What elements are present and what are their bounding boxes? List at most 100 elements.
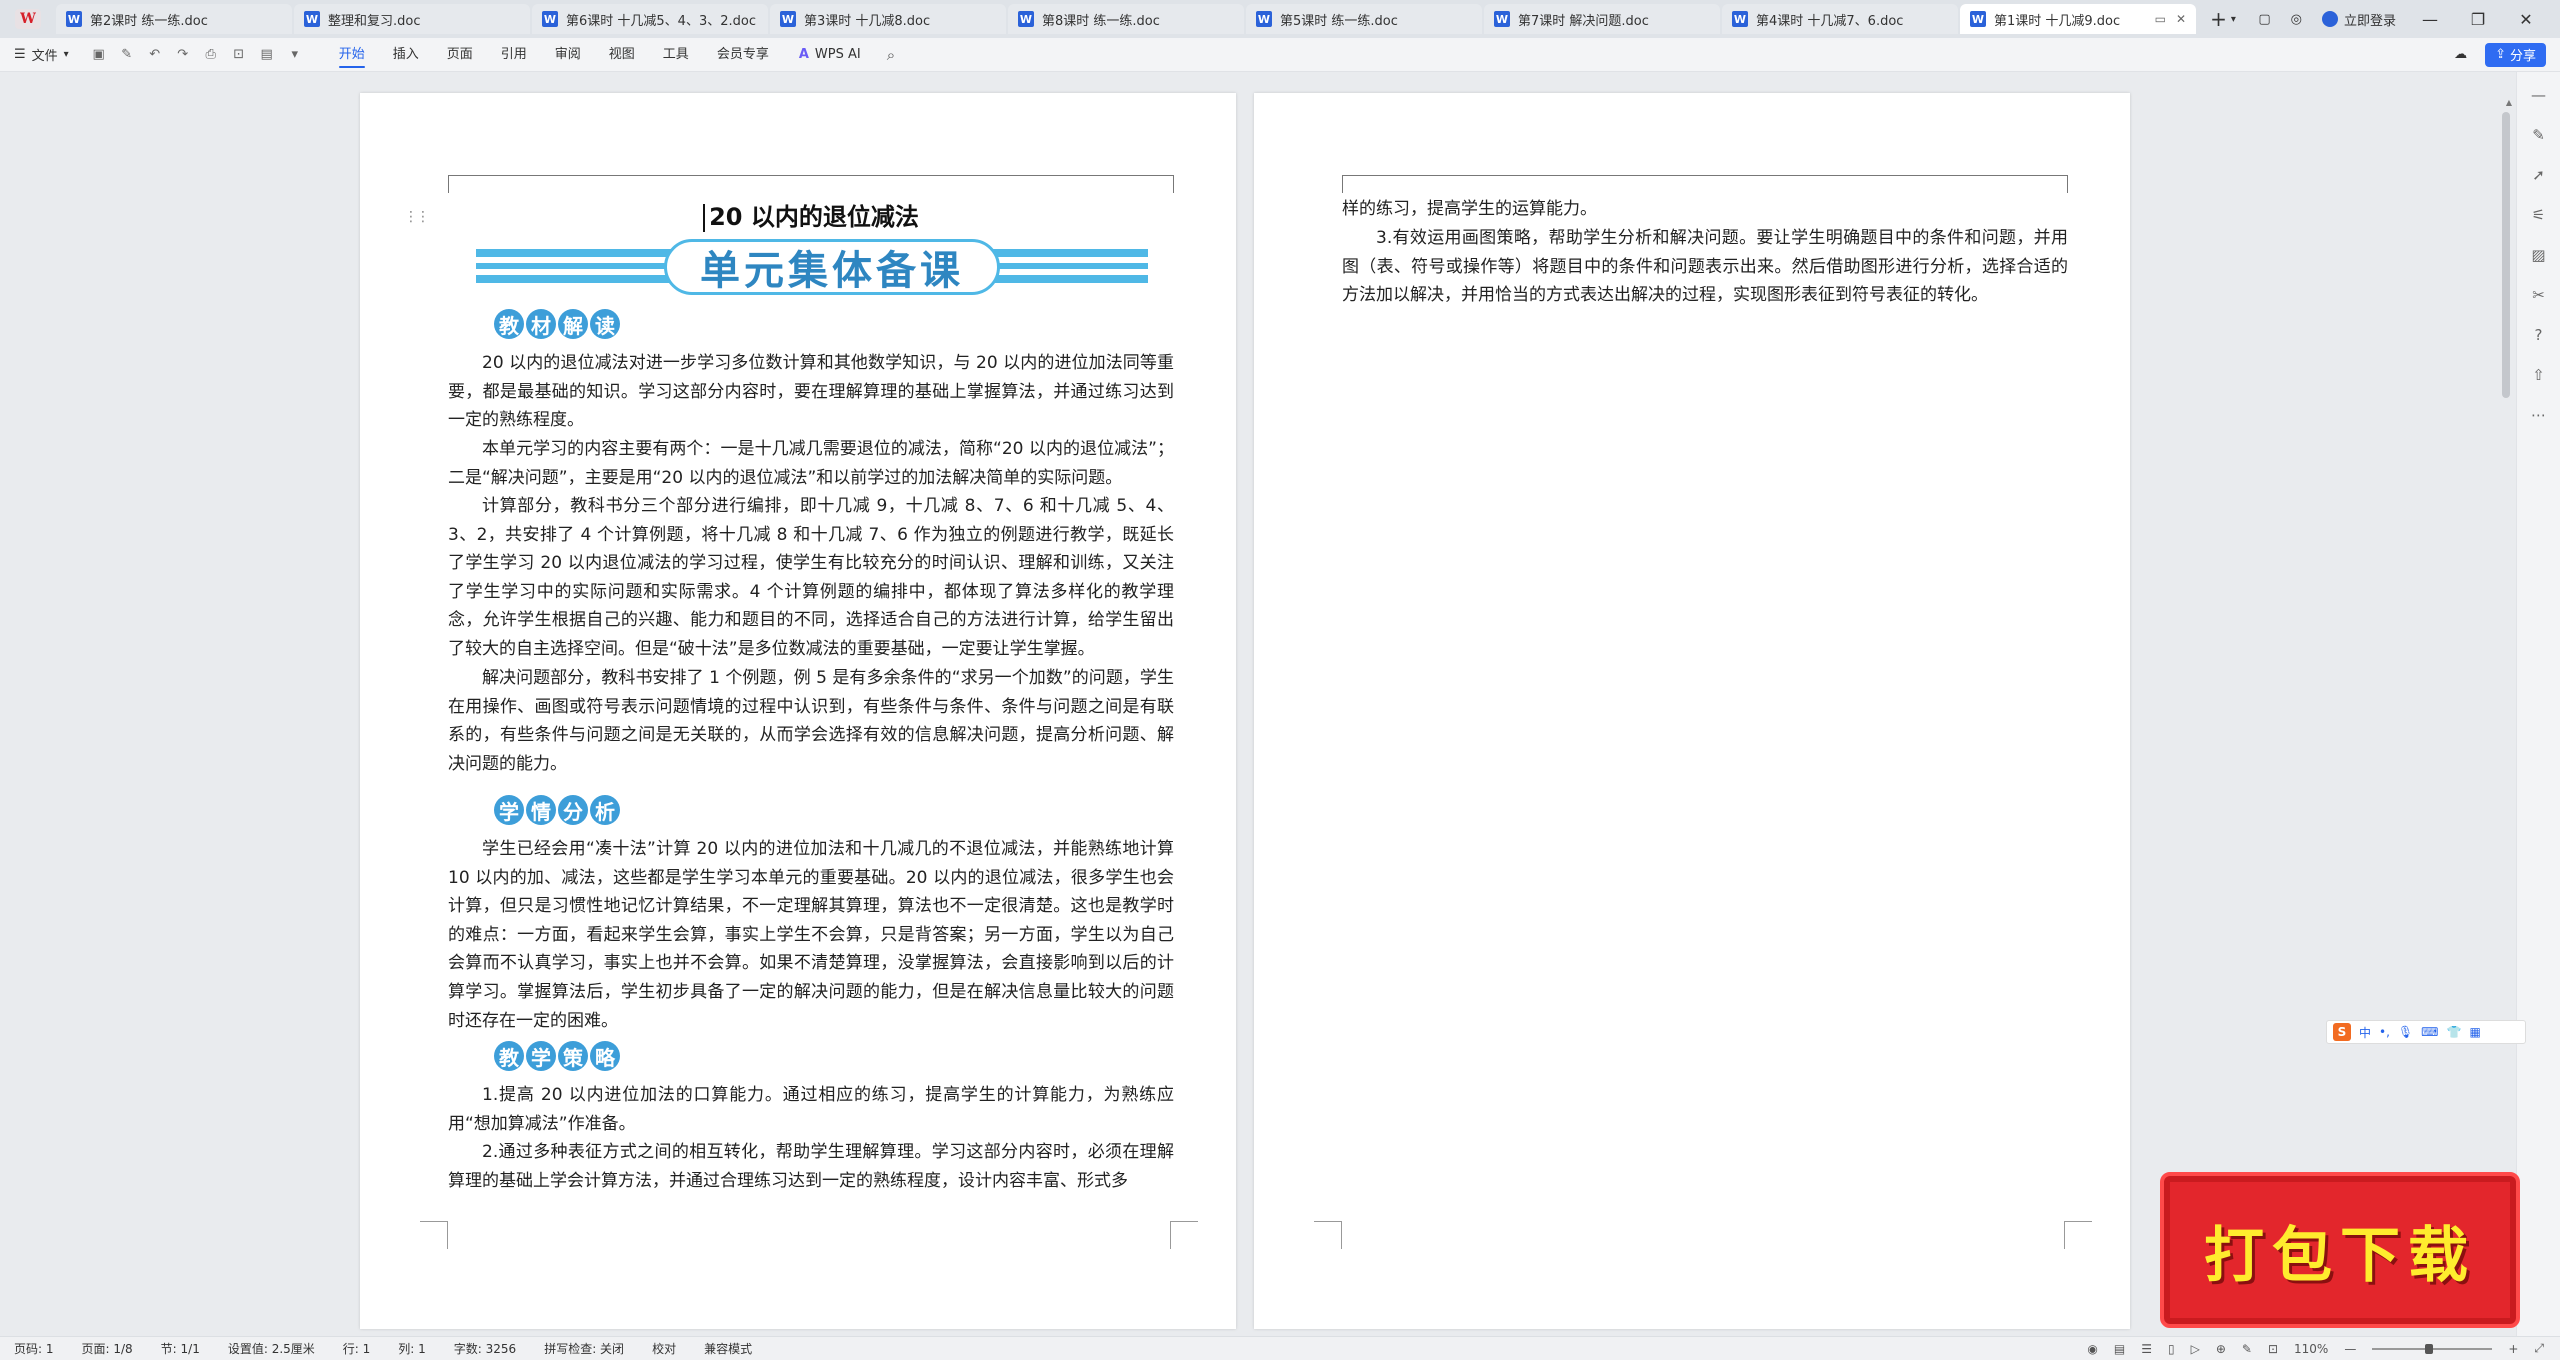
zoom-out-icon[interactable]: — [2344,1342,2356,1356]
undo-icon[interactable]: ↶ [147,47,163,62]
doc-tab[interactable]: W 整理和复习.doc [294,4,530,34]
package-icon[interactable]: ◎ [2291,12,2302,27]
share-button[interactable]: ⇪ 分享 [2485,42,2546,67]
adjust-icon[interactable]: ⚟ [2532,206,2545,224]
login-label: 立即登录 [2343,13,2396,29]
zoom-level[interactable]: 110% [2294,1342,2328,1356]
margin-mark [420,1221,448,1249]
pen-icon[interactable]: ✎ [2242,1342,2252,1356]
zoom-slider-handle[interactable] [2424,1343,2433,1354]
format-painter-icon[interactable]: ✎ [119,47,135,62]
heading-char: 学 [526,1041,556,1071]
login-button[interactable]: 立即登录 [2321,10,2396,29]
status-page[interactable]: 页面: 1/8 [68,1340,147,1357]
doc-tab[interactable]: W 第2课时 练一练.doc [56,4,292,34]
more-dots-icon[interactable]: ⋯ [2531,406,2546,424]
tab-tools[interactable]: 工具 [649,38,703,72]
status-page-code[interactable]: 页码: 1 [0,1340,68,1357]
tab-list-icon[interactable]: ▢ [2258,12,2270,27]
doc-tab[interactable]: W 第4课时 十几减7、6.doc [1722,4,1958,34]
drag-handle-icon[interactable]: ⋮⋮ [404,209,430,225]
export-pdf-icon[interactable]: ▤ [259,47,275,62]
zoom-slider[interactable] [2372,1343,2493,1354]
heading-char: 读 [590,309,620,339]
web-view-icon[interactable]: ⊕ [2216,1342,2226,1356]
status-spell-check[interactable]: 拼写检查: 关闭 [530,1340,638,1357]
microphone-icon[interactable]: 🎙 [2398,1025,2413,1039]
right-sidebar: — ✎ ➚ ⚟ ▨ ✂ ? ⇧ ⋯ [2516,72,2560,1336]
print-preview-icon[interactable]: ⊡ [231,47,247,62]
word-doc-icon: W [1970,11,1986,27]
wps-logo[interactable]: W [0,0,56,38]
image-icon[interactable]: ▨ [2531,246,2545,264]
eye-protection-icon[interactable]: ◉ [2087,1342,2097,1356]
word-doc-icon: W [66,11,82,27]
help-icon[interactable]: ? [2535,326,2543,344]
file-menu-label: 文件 [31,49,58,64]
wps-ai-button[interactable]: A WPS AI [799,47,861,62]
collapse-icon[interactable]: — [2531,86,2546,104]
vertical-scrollbar[interactable] [2502,112,2510,398]
share-sidebar-icon[interactable]: ⇧ [2532,366,2545,384]
plus-icon: + [2210,7,2227,31]
doc-tab[interactable]: W 第5课时 练一练.doc [1246,4,1482,34]
doc-tab[interactable]: W 第8课时 练一练.doc [1008,4,1244,34]
fit-page-icon[interactable]: ⊡ [2268,1342,2278,1356]
tab-view[interactable]: 视图 [595,38,649,72]
more-icon[interactable]: ▾ [287,47,303,62]
tab-page[interactable]: 页面 [433,38,487,72]
doc-tab-active[interactable]: W 第1课时 十几减9.doc ▭ ✕ [1960,4,2196,34]
tools-icon[interactable]: ✂ [2532,286,2545,304]
ime-toolbar[interactable]: S 中 •, 🎙 ⌨ 👕 ▦ [2326,1020,2526,1044]
file-menu[interactable]: ☰ 文件 ▾ [14,45,69,64]
fullscreen-icon[interactable]: ⤢ [2534,1341,2544,1356]
tab-member[interactable]: 会员专享 [703,38,783,72]
toolbox-icon[interactable]: ▦ [2469,1025,2480,1039]
skin-icon[interactable]: 👕 [2446,1025,2461,1039]
tab-insert[interactable]: 插入 [379,38,433,72]
status-word-count[interactable]: 字数: 3256 [440,1340,530,1357]
tab-reference[interactable]: 引用 [487,38,541,72]
share-icon: ⇪ [2495,47,2506,62]
tab-home[interactable]: 开始 [325,38,379,72]
new-tab-button[interactable]: + ▾ [2198,0,2248,38]
heading-char: 分 [558,795,588,825]
tab-title: 整理和复习.doc [328,13,421,29]
title-bar: W W 第2课时 练一练.doc W 整理和复习.doc W 第6课时 十几减5… [0,0,2560,38]
edit-icon[interactable]: ✎ [2532,126,2545,144]
paragraph: 计算部分，教科书分三个部分进行编排，即十几减 9，十几减 8、7、6 和十几减 … [448,496,1174,659]
document-page[interactable]: ⋮⋮ 20 以内的退位减法 单元集体备课 教 材 解 读 20 以内的退位减法对… [360,93,1236,1329]
scroll-up-arrow[interactable]: ▲ [2506,98,2512,107]
read-mode-icon[interactable]: ▯ [2168,1342,2175,1356]
save-icon[interactable]: ▣ [91,47,107,62]
play-icon[interactable]: ▷ [2191,1342,2200,1356]
tab-monitor-icon[interactable]: ▭ [2155,12,2166,26]
close-window-icon[interactable]: ✕ [2512,10,2540,29]
minimize-icon[interactable]: — [2416,10,2444,29]
status-proofread[interactable]: 校对 [638,1340,690,1357]
search-icon[interactable]: ⌕ [887,46,895,64]
zoom-in-icon[interactable]: + [2508,1342,2518,1356]
cloud-sync-icon[interactable]: ☁ [2454,47,2467,62]
ime-language[interactable]: 中 [2359,1024,2371,1041]
header-rule [448,175,1174,193]
download-promo-badge[interactable]: 打包下载 [2160,1172,2520,1328]
wps-ai-label: WPS AI [814,47,861,62]
sogou-logo-icon: S [2333,1023,2351,1041]
document-page[interactable]: 样的练习，提高学生的运算能力。 3.有效运用画图策略，帮助学生分析和解决问题。要… [1254,93,2130,1329]
print-icon[interactable]: ⎙ [203,47,219,62]
tab-review[interactable]: 审阅 [541,38,595,72]
keyboard-icon[interactable]: ⌨ [2421,1025,2438,1039]
redo-icon[interactable]: ↷ [175,47,191,62]
word-doc-icon: W [1732,11,1748,27]
select-icon[interactable]: ➚ [2532,166,2545,184]
punctuation-icon[interactable]: •, [2379,1025,2390,1039]
restore-icon[interactable]: ❐ [2464,10,2492,29]
doc-tab[interactable]: W 第6课时 十几减5、4、3、2.doc [532,4,768,34]
doc-tab[interactable]: W 第7课时 解决问题.doc [1484,4,1720,34]
doc-tab[interactable]: W 第3课时 十几减8.doc [770,4,1006,34]
outline-view-icon[interactable]: ☰ [2141,1342,2152,1356]
page-view-icon[interactable]: ▤ [2114,1342,2125,1356]
heading-char: 解 [558,309,588,339]
tab-close-icon[interactable]: ✕ [2176,12,2186,26]
